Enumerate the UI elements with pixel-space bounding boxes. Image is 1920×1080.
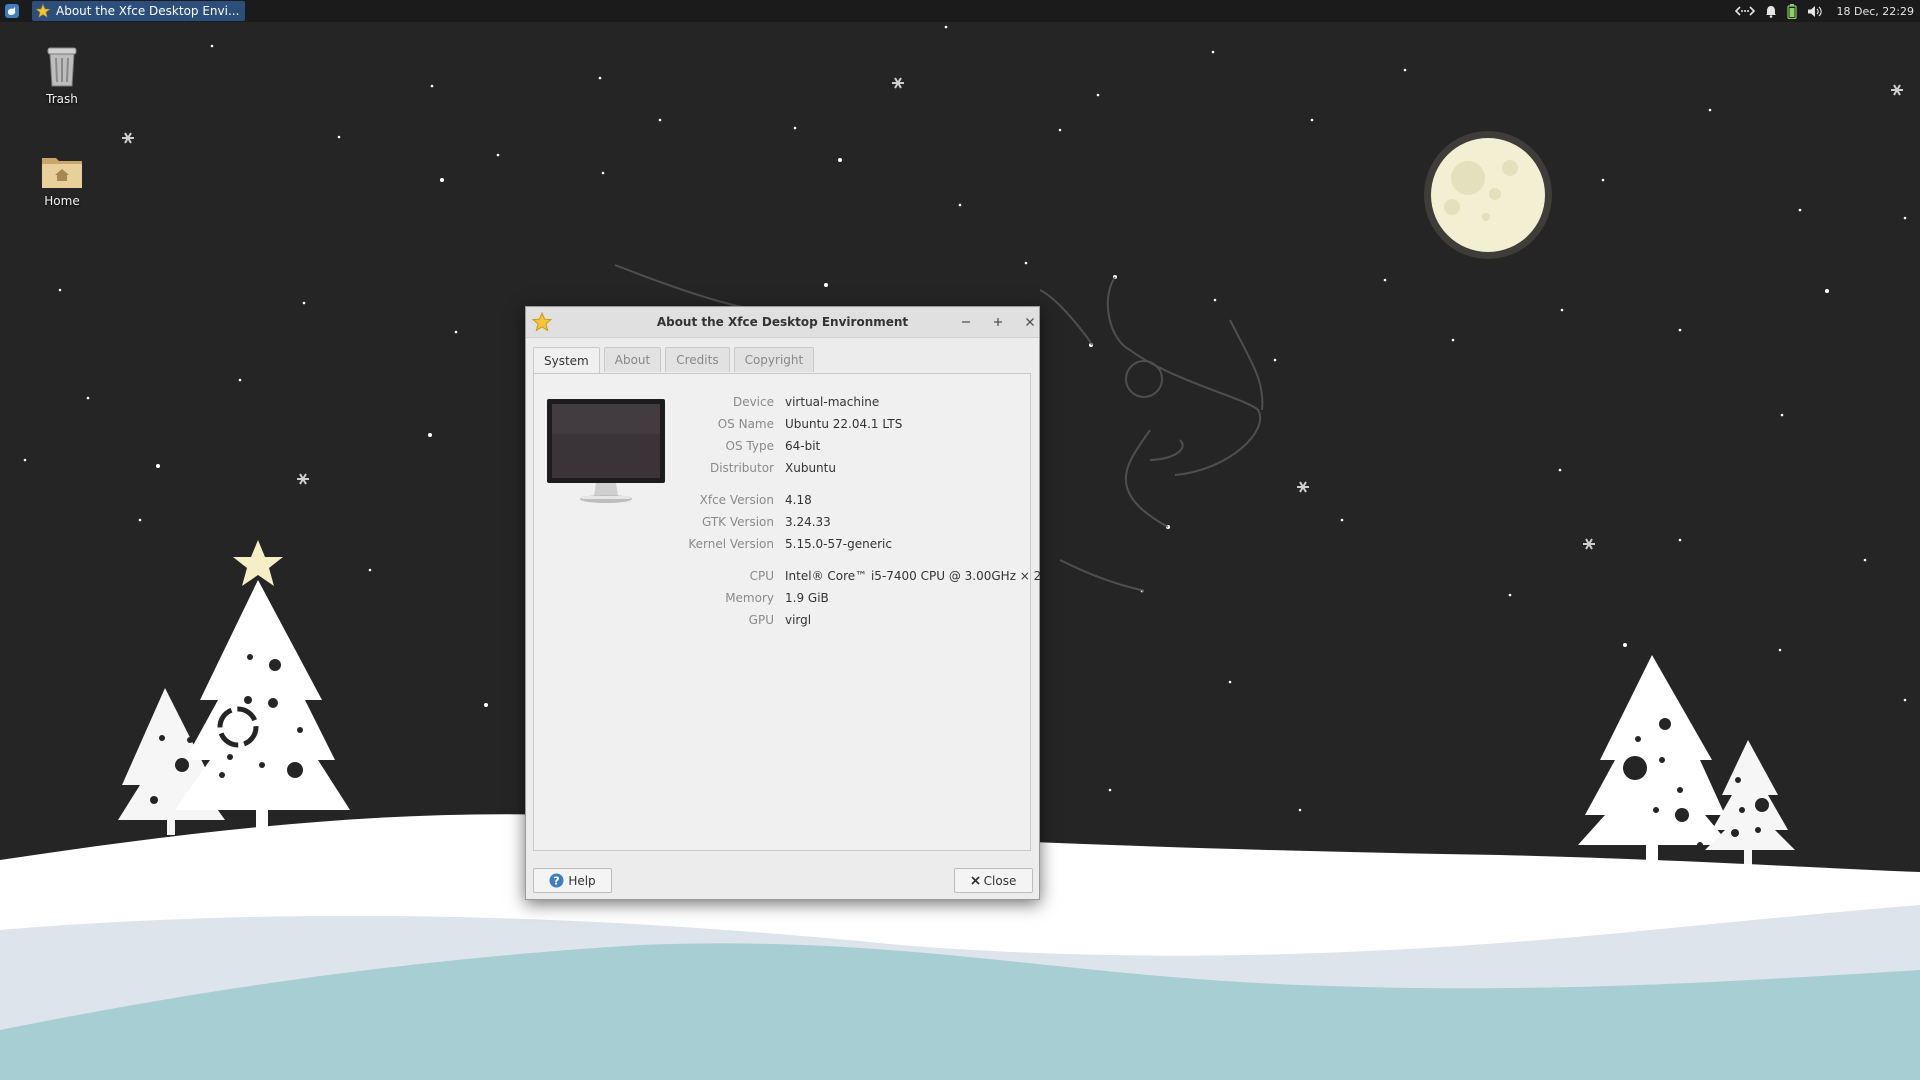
home-folder-icon [42, 158, 82, 188]
info-label: Distributor [709, 461, 774, 475]
info-label: CPU [749, 569, 774, 583]
close-icon [971, 876, 980, 885]
info-label: GTK Version [701, 515, 774, 529]
close-icon [1026, 318, 1034, 326]
info-row-os-type: OS Type 64-bit [534, 439, 1032, 459]
info-label: Memory [725, 591, 774, 605]
info-value: 3.24.33 [785, 515, 831, 529]
desktop-icon-home[interactable]: Home [17, 152, 107, 208]
svg-text:?: ? [554, 875, 560, 888]
info-row-gtk-version: GTK Version 3.24.33 [534, 515, 1032, 535]
minimize-button[interactable] [958, 314, 974, 330]
about-xfce-dialog: About the Xfce Desktop Environment Syste… [525, 306, 1042, 900]
info-value: 4.18 [785, 493, 812, 507]
info-label: OS Type [725, 439, 774, 453]
desktop-icon-trash[interactable]: Trash [17, 46, 107, 106]
info-label: OS Name [717, 417, 774, 431]
info-label: Kernel Version [688, 537, 774, 551]
trash-icon [47, 47, 77, 87]
info-row-xfce-version: Xfce Version 4.18 [534, 493, 1032, 513]
taskbar-window-button[interactable]: About the Xfce Desktop Envi... [32, 1, 246, 21]
close-window-button[interactable] [1022, 314, 1038, 330]
info-label: Device [732, 395, 774, 409]
tab-about[interactable]: About [603, 347, 662, 372]
taskbar-window-label: About the Xfce Desktop Envi... [56, 4, 240, 18]
info-value: virtual-machine [785, 395, 880, 409]
info-label: Xfce Version [699, 493, 774, 507]
help-button[interactable]: ? Help [533, 868, 612, 893]
moon [1424, 131, 1552, 259]
dialog-titlebar[interactable]: About the Xfce Desktop Environment [526, 307, 1039, 338]
help-button-label: Help [568, 873, 596, 888]
info-row-kernel-version: Kernel Version 5.15.0-57-generic [534, 537, 1032, 557]
desktop-icon-label: Home [44, 194, 80, 208]
info-value: 1.9 GiB [785, 591, 829, 605]
top-panel: About the Xfce Desktop Envi... 18 Dec, 2… [0, 0, 1920, 22]
info-row-os-name: OS Name Ubuntu 22.04.1 LTS [534, 417, 1032, 437]
minimize-icon [962, 321, 970, 323]
info-value: Intel® Core™ i5-7400 CPU @ 3.00GHz × 2 [785, 569, 1042, 583]
volume-icon[interactable] [1807, 5, 1823, 18]
tab-copyright[interactable]: Copyright [733, 347, 815, 372]
info-label: GPU [748, 613, 774, 627]
clock[interactable]: 18 Dec, 22:29 [1837, 5, 1914, 18]
desktop-icon-label: Trash [46, 92, 78, 106]
info-row-cpu: CPU Intel® Core™ i5-7400 CPU @ 3.00GHz ×… [534, 569, 1042, 589]
info-value: Xubuntu [785, 461, 836, 475]
help-icon: ? [549, 873, 564, 888]
close-button-label: Close [983, 873, 1017, 888]
info-value: 64-bit [785, 439, 821, 453]
xfce-mouse-icon [5, 4, 19, 18]
system-tab-panel: Device virtual-machine OS Name Ubuntu 22… [533, 373, 1042, 851]
info-row-gpu: GPU virgl [534, 613, 1032, 633]
info-value: 5.15.0-57-generic [785, 537, 892, 551]
maximize-icon [994, 318, 1002, 326]
info-row-distributor: Distributor Xubuntu [534, 461, 1032, 481]
info-row-device: Device virtual-machine [534, 395, 1032, 415]
notification-bell-icon[interactable] [1765, 5, 1777, 18]
star-icon [36, 4, 50, 18]
close-button[interactable]: Close [954, 868, 1033, 893]
battery-icon[interactable] [1786, 3, 1797, 19]
maximize-button[interactable] [990, 314, 1006, 330]
info-row-memory: Memory 1.9 GiB [534, 591, 1032, 611]
tab-bar: System About Credits Copyright [533, 347, 815, 374]
system-tray: 18 Dec, 22:29 [1734, 0, 1914, 22]
network-icon[interactable] [1734, 5, 1755, 17]
tab-system[interactable]: System [533, 347, 600, 374]
tab-credits[interactable]: Credits [665, 347, 730, 372]
info-value: virgl [785, 613, 812, 627]
applications-menu-button[interactable] [0, 0, 24, 22]
info-value: Ubuntu 22.04.1 LTS [785, 417, 903, 431]
